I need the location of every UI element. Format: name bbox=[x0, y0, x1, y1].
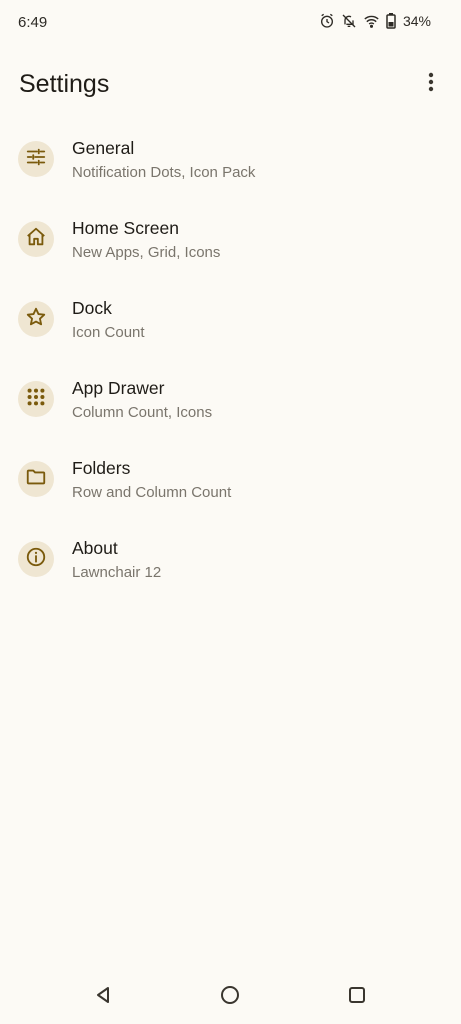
settings-item-title: Folders bbox=[72, 458, 131, 478]
settings-item-title: General bbox=[72, 138, 135, 158]
settings-item-subtitle: Lawnchair 12 bbox=[72, 564, 162, 581]
recents-icon bbox=[348, 986, 366, 1009]
settings-item-icon bbox=[18, 461, 54, 497]
settings-item-app-drawer[interactable]: App Drawer Column Count, Icons bbox=[0, 360, 461, 440]
settings-item-dock[interactable]: Dock Icon Count bbox=[0, 280, 461, 360]
settings-item-subtitle: Column Count, Icons bbox=[72, 404, 213, 421]
settings-item-title: App Drawer bbox=[72, 378, 165, 398]
apps-grid-icon bbox=[25, 386, 47, 413]
settings-item-icon bbox=[18, 141, 54, 177]
notifications-off-icon bbox=[341, 13, 357, 29]
settings-item-icon bbox=[18, 221, 54, 257]
back-button[interactable] bbox=[83, 980, 123, 1014]
settings-item-home-screen[interactable]: Home Screen New Apps, Grid, Icons bbox=[0, 200, 461, 280]
wifi-icon bbox=[363, 13, 380, 29]
settings-list: General Notification Dots, Icon Pack Hom… bbox=[0, 120, 461, 600]
settings-item-icon bbox=[18, 541, 54, 577]
folder-icon bbox=[25, 466, 47, 493]
home-icon bbox=[25, 226, 47, 253]
settings-item-subtitle: New Apps, Grid, Icons bbox=[72, 244, 221, 261]
settings-item-icon bbox=[18, 301, 54, 337]
settings-item-folders[interactable]: Folders Row and Column Count bbox=[0, 440, 461, 520]
settings-item-title: Dock bbox=[72, 298, 112, 318]
battery-percentage: 34% bbox=[402, 13, 431, 29]
settings-item-about[interactable]: About Lawnchair 12 bbox=[0, 520, 461, 600]
home-button[interactable] bbox=[210, 980, 250, 1014]
navigation-bar bbox=[0, 970, 461, 1024]
home-circle-icon bbox=[220, 985, 240, 1010]
page-title: Settings bbox=[19, 70, 110, 98]
settings-item-icon bbox=[18, 381, 54, 417]
status-bar: 6:49 34% bbox=[0, 0, 461, 48]
status-icons: 34% bbox=[319, 13, 431, 29]
more-vert-icon bbox=[428, 72, 434, 97]
info-icon bbox=[25, 546, 47, 573]
tune-icon bbox=[25, 146, 47, 173]
alarm-icon bbox=[319, 13, 335, 29]
settings-item-subtitle: Notification Dots, Icon Pack bbox=[72, 164, 256, 181]
settings-item-general[interactable]: General Notification Dots, Icon Pack bbox=[0, 120, 461, 200]
settings-item-subtitle: Icon Count bbox=[72, 324, 145, 341]
status-time: 6:49 bbox=[18, 14, 48, 31]
settings-item-subtitle: Row and Column Count bbox=[72, 484, 232, 501]
app-header: Settings bbox=[0, 60, 461, 112]
more-options-button[interactable] bbox=[415, 66, 447, 102]
star-icon bbox=[25, 306, 47, 333]
back-icon bbox=[94, 986, 112, 1009]
settings-item-title: Home Screen bbox=[72, 218, 179, 238]
battery-icon bbox=[386, 13, 396, 29]
settings-item-title: About bbox=[72, 538, 118, 558]
recents-button[interactable] bbox=[337, 980, 377, 1014]
